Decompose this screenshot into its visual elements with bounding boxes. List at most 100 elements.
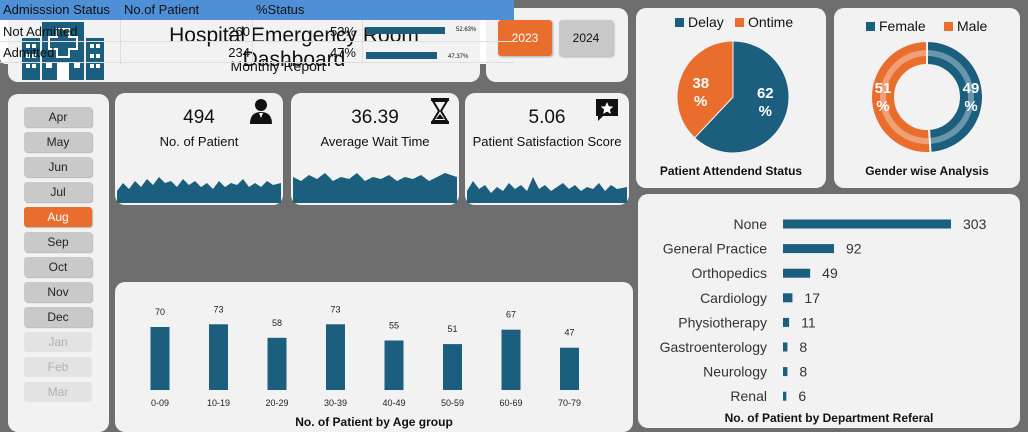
- department-bar: [783, 293, 793, 303]
- month-button-jan[interactable]: Jan: [24, 332, 92, 352]
- department-category-label: Physiotherapy: [678, 314, 767, 330]
- person-icon: [250, 99, 272, 124]
- kpi-wait-card: 36.39 Average Wait Time: [291, 93, 459, 205]
- department-bar: [783, 342, 788, 352]
- age-bar-value-label: 67: [506, 310, 516, 320]
- age-bar: [560, 347, 579, 390]
- table-row: Admitted 234 47% 47.37%: [0, 42, 514, 63]
- month-button-apr[interactable]: Apr: [24, 107, 92, 127]
- age-bar-value-label: 58: [272, 318, 282, 328]
- gender-legend-swatch: [944, 22, 953, 31]
- department-value-label: 11: [801, 314, 816, 330]
- column-divider: [252, 20, 253, 64]
- department-category-label: Gastroenterology: [660, 339, 767, 355]
- month-button-may[interactable]: May: [24, 132, 92, 152]
- row-percent-bar: [366, 52, 437, 59]
- row-percent-bar-label: 52.63%: [456, 27, 477, 33]
- kpi-wait-label: Average Wait Time: [320, 134, 430, 149]
- attendance-legend-label: Ontime: [748, 14, 793, 30]
- age-bar: [384, 340, 404, 390]
- month-button-mar[interactable]: Mar: [24, 382, 92, 402]
- month-button-oct[interactable]: Oct: [24, 257, 92, 277]
- department-chart-title: No. of Patient by Department Referal: [724, 411, 934, 425]
- department-value-label: 6: [798, 388, 806, 404]
- attendance-slice-label: 38%: [692, 75, 709, 110]
- age-bar-value-label: 47: [564, 328, 574, 338]
- kpi-wait-sparkline: [293, 173, 457, 203]
- age-bar-value-label: 73: [213, 304, 223, 314]
- gender-card: Female Male 49% 51% Gender wise Analysis: [834, 8, 1020, 188]
- age-bar: [150, 327, 170, 390]
- table-row: Not Admitted 260 53% 52.63%: [0, 21, 514, 42]
- gender-slice-male: [870, 39, 932, 154]
- kpi-satisfaction-sparkline: [467, 177, 627, 203]
- month-slicer: Apr May Jun Jul Aug Sep Oct Nov Dec Jan Feb Mar: [8, 94, 109, 432]
- month-button-jul[interactable]: Jul: [24, 182, 92, 202]
- age-tick-label: 50-59: [441, 398, 464, 408]
- kpi-patients-sparkline: [117, 177, 281, 203]
- month-button-aug[interactable]: Aug: [24, 207, 92, 227]
- age-bar: [443, 344, 462, 390]
- kpi-patients-card: 494 No. of Patient: [115, 93, 283, 205]
- month-button-nov[interactable]: Nov: [24, 282, 92, 302]
- hourglass-icon: [431, 98, 449, 124]
- department-bar: [783, 244, 835, 254]
- age-bar: [209, 324, 228, 390]
- department-category-label: Cardiology: [700, 290, 767, 306]
- gender-ring-highlight: [880, 50, 974, 144]
- attendance-slice-label: 62%: [757, 85, 774, 120]
- age-bar-value-label: 51: [447, 324, 457, 334]
- row-status: Admitted: [3, 45, 55, 60]
- row-percent-bar-label: 47.37%: [448, 54, 469, 60]
- department-bar: [783, 219, 951, 229]
- department-category-label: General Practice: [663, 241, 767, 257]
- month-button-sep[interactable]: Sep: [24, 232, 92, 252]
- star-chat-icon: [596, 99, 618, 121]
- month-button-jun[interactable]: Jun: [24, 157, 92, 177]
- attendance-legend-swatch: [675, 18, 684, 27]
- row-percent-bar: [366, 27, 445, 34]
- department-bar-chart: None 303 General Practice 92 Orthopedics 49 Ca…: [660, 216, 987, 404]
- gender-legend: Female Male: [866, 18, 988, 34]
- month-button-dec[interactable]: Dec: [24, 307, 92, 327]
- year-button-2024[interactable]: 2024: [559, 20, 613, 56]
- age-tick-label: 10-19: [207, 398, 230, 408]
- column-header-percent: %Status: [256, 2, 305, 17]
- row-percent: 47%: [329, 45, 356, 60]
- age-bar-value-label: 73: [330, 304, 340, 314]
- kpi-satisfaction-card: 5.06 Patient Satisfaction Score: [465, 93, 629, 205]
- kpi-patients-label: No. of Patient: [159, 134, 239, 149]
- attendance-pie-chart: Delay Ontime 62 % 38%: [675, 14, 793, 154]
- kpi-satisfaction-label: Patient Satisfaction Score: [472, 134, 622, 149]
- department-value-label: 8: [799, 364, 807, 380]
- admission-table: Admisssion Status No.of Patient %Status …: [0, 0, 514, 64]
- gender-legend-label: Female: [879, 18, 926, 34]
- department-value-label: 49: [822, 265, 838, 281]
- department-value-label: 17: [804, 290, 820, 306]
- department-card: None 303 General Practice 92 Orthopedics 49 Ca…: [638, 194, 1020, 428]
- month-button-feb[interactable]: Feb: [24, 357, 92, 377]
- age-group-bar-chart: 70 0-09 73 10-19 58 20-29 73 30-39 55 40-49 51 50-5…: [150, 304, 581, 408]
- department-category-label: None: [734, 216, 768, 232]
- age-tick-label: 0-09: [151, 398, 169, 408]
- department-value-label: 92: [846, 241, 862, 257]
- gender-legend-swatch: [866, 22, 875, 31]
- department-category-label: Renal: [730, 388, 767, 404]
- row-patients: 234: [228, 45, 250, 60]
- attendance-pie-title: Patient Attendend Status: [659, 164, 803, 178]
- row-percent: 53%: [329, 24, 356, 39]
- attendance-legend-swatch: [735, 18, 744, 27]
- department-category-label: Neurology: [703, 364, 767, 380]
- gender-chart-title: Gender wise Analysis: [865, 164, 989, 178]
- age-bar-value-label: 55: [389, 321, 399, 331]
- age-tick-label: 70-79: [558, 398, 581, 408]
- department-value-label: 8: [799, 339, 807, 355]
- admission-table-header: Admisssion Status No.of Patient %Status: [0, 0, 514, 20]
- department-bar: [783, 317, 790, 327]
- row-patients: 260: [228, 24, 250, 39]
- gender-slice-label: 49%: [963, 80, 980, 115]
- age-bar-value-label: 70: [155, 307, 165, 317]
- attendance-legend: Delay Ontime: [675, 14, 793, 30]
- gender-legend-label: Male: [957, 18, 988, 34]
- attendance-pie-card: Delay Ontime 62% 38% Patient Attendend Stat…: [636, 8, 826, 188]
